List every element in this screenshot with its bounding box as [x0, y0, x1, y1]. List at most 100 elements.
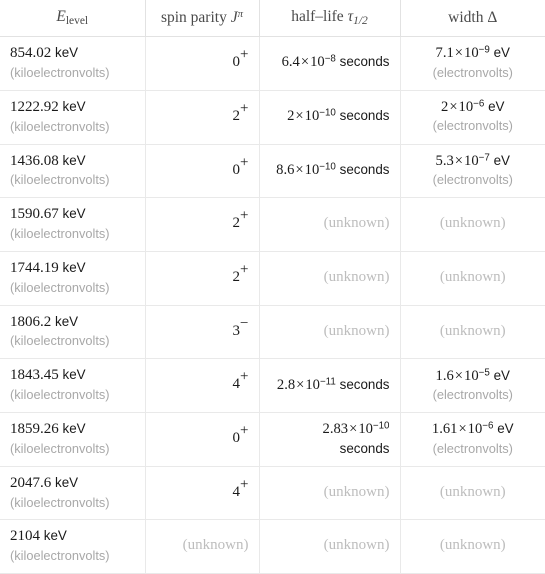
table-row: 1744.19 keV (kiloelectronvolts) 2+ (unknown… — [0, 251, 545, 306]
table-row: 1859.26 keV (kiloelectronvolts) 0+ 2.83×10−… — [0, 412, 545, 467]
cell-energy-level: 1744.19 keV (kiloelectronvolts) — [0, 251, 146, 306]
width-unit-note: (electronvolts) — [432, 386, 513, 402]
table-row: 854.02 keV (kiloelectronvolts) 0+ 6.4×10−8 … — [0, 36, 545, 91]
energy-unit-note: (kiloelectronvolts) — [10, 118, 110, 134]
cell-spin-parity: 0+ — [145, 36, 260, 91]
width-unknown: (unknown) — [439, 483, 506, 500]
cell-spin-parity: 0+ — [145, 412, 260, 467]
width-unknown: (unknown) — [439, 268, 506, 285]
width-label: width — [448, 8, 484, 26]
cell-spin-parity: 4+ — [145, 358, 260, 414]
cell-spin-parity: 3− — [145, 305, 260, 360]
cell-half-life: (unknown) — [259, 519, 401, 574]
cell-spin-parity: 2+ — [145, 197, 260, 252]
cell-half-life: (unknown) — [259, 197, 401, 252]
energy-subscript: level — [65, 15, 89, 28]
width-value: 5.3×10−7 eV — [435, 152, 510, 169]
half-life-unknown: (unknown) — [323, 537, 390, 554]
spin-parity-value: 2+ — [232, 207, 249, 232]
energy-value: 1436.08 keV — [10, 152, 86, 169]
cell-width: (unknown) — [400, 305, 545, 360]
cell-half-life: 2×10−10 seconds — [259, 90, 401, 145]
parity-superscript: π — [237, 8, 244, 21]
width-value: 1.61×10−6 eV — [431, 420, 514, 438]
half-life-value: 2×10−10 seconds — [287, 107, 390, 125]
energy-unit-note: (kiloelectronvolts) — [10, 226, 110, 242]
energy-value: 1590.67 keV — [10, 206, 86, 223]
cell-width: 2×10−6 eV (electronvolts) — [400, 90, 545, 145]
width-value: 1.6×10−5 eV — [435, 366, 510, 384]
half-life-subscript: 1/2 — [353, 15, 368, 28]
spin-parity-value: 4+ — [232, 476, 249, 500]
table-row: 1436.08 keV (kiloelectronvolts) 0+ 8.6×10−1… — [0, 144, 545, 199]
cell-spin-parity: (unknown) — [145, 519, 260, 574]
cell-spin-parity: 4+ — [145, 466, 260, 521]
energy-unit-note: (kiloelectronvolts) — [10, 279, 110, 295]
cell-spin-parity: 2+ — [145, 90, 260, 145]
width-unit-note: (electronvolts) — [432, 172, 513, 188]
energy-unit-note: (kiloelectronvolts) — [10, 333, 110, 349]
column-header-half-life: half–life τ1/2 — [259, 0, 401, 38]
energy-symbol: E — [56, 8, 66, 25]
cell-width: (unknown) — [400, 251, 545, 306]
cell-energy-level: 1590.67 keV (kiloelectronvolts) — [0, 197, 146, 252]
cell-half-life: (unknown) — [259, 466, 401, 521]
half-life-unknown: (unknown) — [323, 322, 390, 339]
energy-unit-note: (kiloelectronvolts) — [10, 387, 110, 403]
half-life-unknown: (unknown) — [323, 483, 390, 500]
half-life-value: 2.8×10−11 seconds — [276, 375, 390, 393]
energy-unit-note: (kiloelectronvolts) — [10, 172, 110, 188]
spin-symbol: J — [230, 9, 238, 27]
table-row: 2104 keV (kiloelectronvolts) (unknown) (unk… — [0, 519, 545, 574]
cell-energy-level: 1859.26 keV (kiloelectronvolts) — [0, 412, 146, 467]
energy-value: 2047.6 keV — [10, 474, 79, 491]
spin-parity-value: 2+ — [232, 100, 249, 124]
cell-energy-level: 1806.2 keV (kiloelectronvolts) — [0, 305, 146, 360]
column-header-width: width Δ — [400, 0, 545, 38]
column-header-spin-parity: spin parity Jπ — [145, 0, 260, 38]
cell-width: 1.61×10−6 eV (electronvolts) — [400, 412, 545, 467]
energy-value: 1843.45 keV — [10, 367, 86, 384]
spin-parity-value: 0+ — [232, 154, 249, 178]
cell-width: (unknown) — [400, 197, 545, 252]
cell-half-life: 2.8×10−11 seconds — [259, 358, 401, 414]
spin-parity-value: 3− — [232, 315, 249, 339]
spin-parity-unknown: (unknown) — [182, 537, 249, 554]
table-body: 854.02 keV (kiloelectronvolts) 0+ 6.4×10−8 … — [0, 36, 545, 574]
cell-energy-level: 2047.6 keV (kiloelectronvolts) — [0, 466, 146, 521]
energy-unit-note: (kiloelectronvolts) — [10, 440, 110, 456]
width-unit-note: (electronvolts) — [432, 440, 513, 456]
energy-unit-note: (kiloelectronvolts) — [10, 65, 110, 80]
width-value: 2×10−6 eV — [441, 98, 505, 116]
cell-half-life: (unknown) — [259, 251, 401, 306]
delta-symbol: Δ — [487, 8, 498, 26]
table-row: 2047.6 keV (kiloelectronvolts) 4+ (unknown)… — [0, 466, 545, 521]
cell-half-life: (unknown) — [259, 305, 401, 360]
cell-half-life: 2.83×10−10 seconds — [259, 412, 401, 467]
energy-value: 1744.19 keV — [10, 259, 86, 276]
cell-half-life: 6.4×10−8 seconds — [259, 36, 401, 91]
width-unit-note: (electronvolts) — [432, 118, 513, 134]
energy-value: 1222.92 keV — [10, 98, 86, 115]
cell-width: 5.3×10−7 eV (electronvolts) — [400, 144, 545, 199]
cell-energy-level: 2104 keV (kiloelectronvolts) — [0, 519, 146, 574]
spin-parity-value: 4+ — [232, 368, 249, 393]
energy-value: 1806.2 keV — [10, 313, 79, 330]
spin-parity-value: 0+ — [232, 422, 249, 446]
cell-width: 1.6×10−5 eV (electronvolts) — [400, 358, 545, 414]
width-unit-note: (electronvolts) — [432, 64, 513, 80]
half-life-value: 6.4×10−8 seconds — [281, 53, 390, 71]
nuclear-energy-level-table: Elevel spin parity Jπ half–life τ1/2 wid… — [0, 0, 545, 574]
table-row: 1806.2 keV (kiloelectronvolts) 3− (unknown)… — [0, 305, 545, 360]
table-header: Elevel spin parity Jπ half–life τ1/2 wid… — [0, 0, 545, 38]
half-life-unknown: (unknown) — [323, 268, 390, 285]
cell-half-life: 8.6×10−10 seconds — [259, 144, 401, 199]
half-life-value: 2.83×10−10 seconds — [322, 420, 390, 456]
cell-energy-level: 1436.08 keV (kiloelectronvolts) — [0, 144, 146, 199]
cell-width: (unknown) — [400, 519, 545, 574]
cell-width: (unknown) — [400, 466, 545, 521]
width-unknown: (unknown) — [439, 537, 506, 554]
width-unknown: (unknown) — [439, 215, 506, 232]
column-header-energy-level: Elevel — [0, 0, 146, 38]
cell-energy-level: 1222.92 keV (kiloelectronvolts) — [0, 90, 146, 145]
